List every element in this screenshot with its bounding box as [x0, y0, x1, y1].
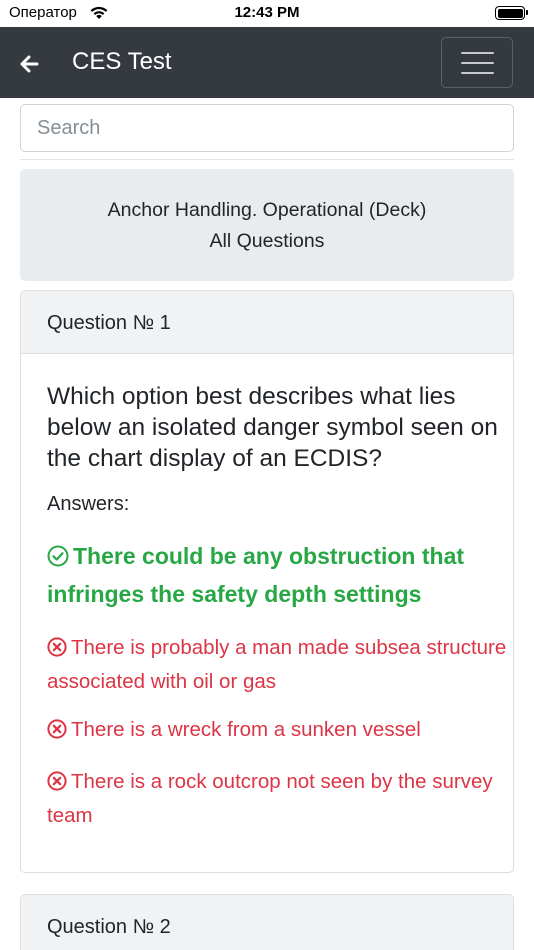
test-info-card: Anchor Handling. Operational (Deck) All … — [20, 169, 514, 281]
question-number: Question № 2 — [47, 916, 171, 938]
x-circle-icon — [47, 635, 67, 666]
test-category: Anchor Handling. Operational (Deck) — [107, 199, 427, 221]
check-circle-icon — [47, 542, 69, 577]
question-header: Question № 1 — [21, 291, 513, 354]
answer-text: There is a wreck from a sunken vessel — [71, 718, 421, 741]
divider — [20, 159, 514, 160]
status-time: 12:43 PM — [234, 4, 300, 21]
navbar: CES Test — [0, 27, 534, 98]
search-input[interactable] — [20, 104, 514, 152]
battery-icon — [495, 6, 528, 20]
test-scope: All Questions — [209, 230, 325, 252]
x-circle-icon — [47, 717, 67, 748]
answer-text: There could be any obstruction that infr… — [47, 543, 465, 607]
answer-wrong: There is probably a man made subsea stru… — [47, 632, 507, 697]
question-text: Which option best describes what lies be… — [47, 383, 498, 472]
status-bar: Оператор 12:43 PM — [0, 0, 534, 27]
back-button[interactable] — [16, 51, 46, 77]
question-card: Question № 1 Which option best describes… — [20, 290, 514, 873]
page-title: CES Test — [72, 48, 172, 75]
answers-label: Answers: — [47, 493, 130, 515]
arrow-left-icon — [20, 55, 39, 73]
question-card: Question № 2 — [20, 894, 514, 950]
answer-correct: There could be any obstruction that infr… — [47, 539, 507, 612]
hamburger-menu-icon — [461, 52, 494, 54]
answer-wrong: There is a rock outcrop not seen by the … — [47, 766, 507, 831]
x-circle-icon — [47, 769, 67, 800]
question-number: Question № 1 — [47, 312, 171, 334]
answer-text: There is probably a man made subsea stru… — [47, 636, 507, 693]
answer-wrong: There is a wreck from a sunken vessel — [47, 714, 507, 748]
menu-toggle-button[interactable] — [441, 37, 513, 88]
answer-text: There is a rock outcrop not seen by the … — [47, 770, 493, 827]
